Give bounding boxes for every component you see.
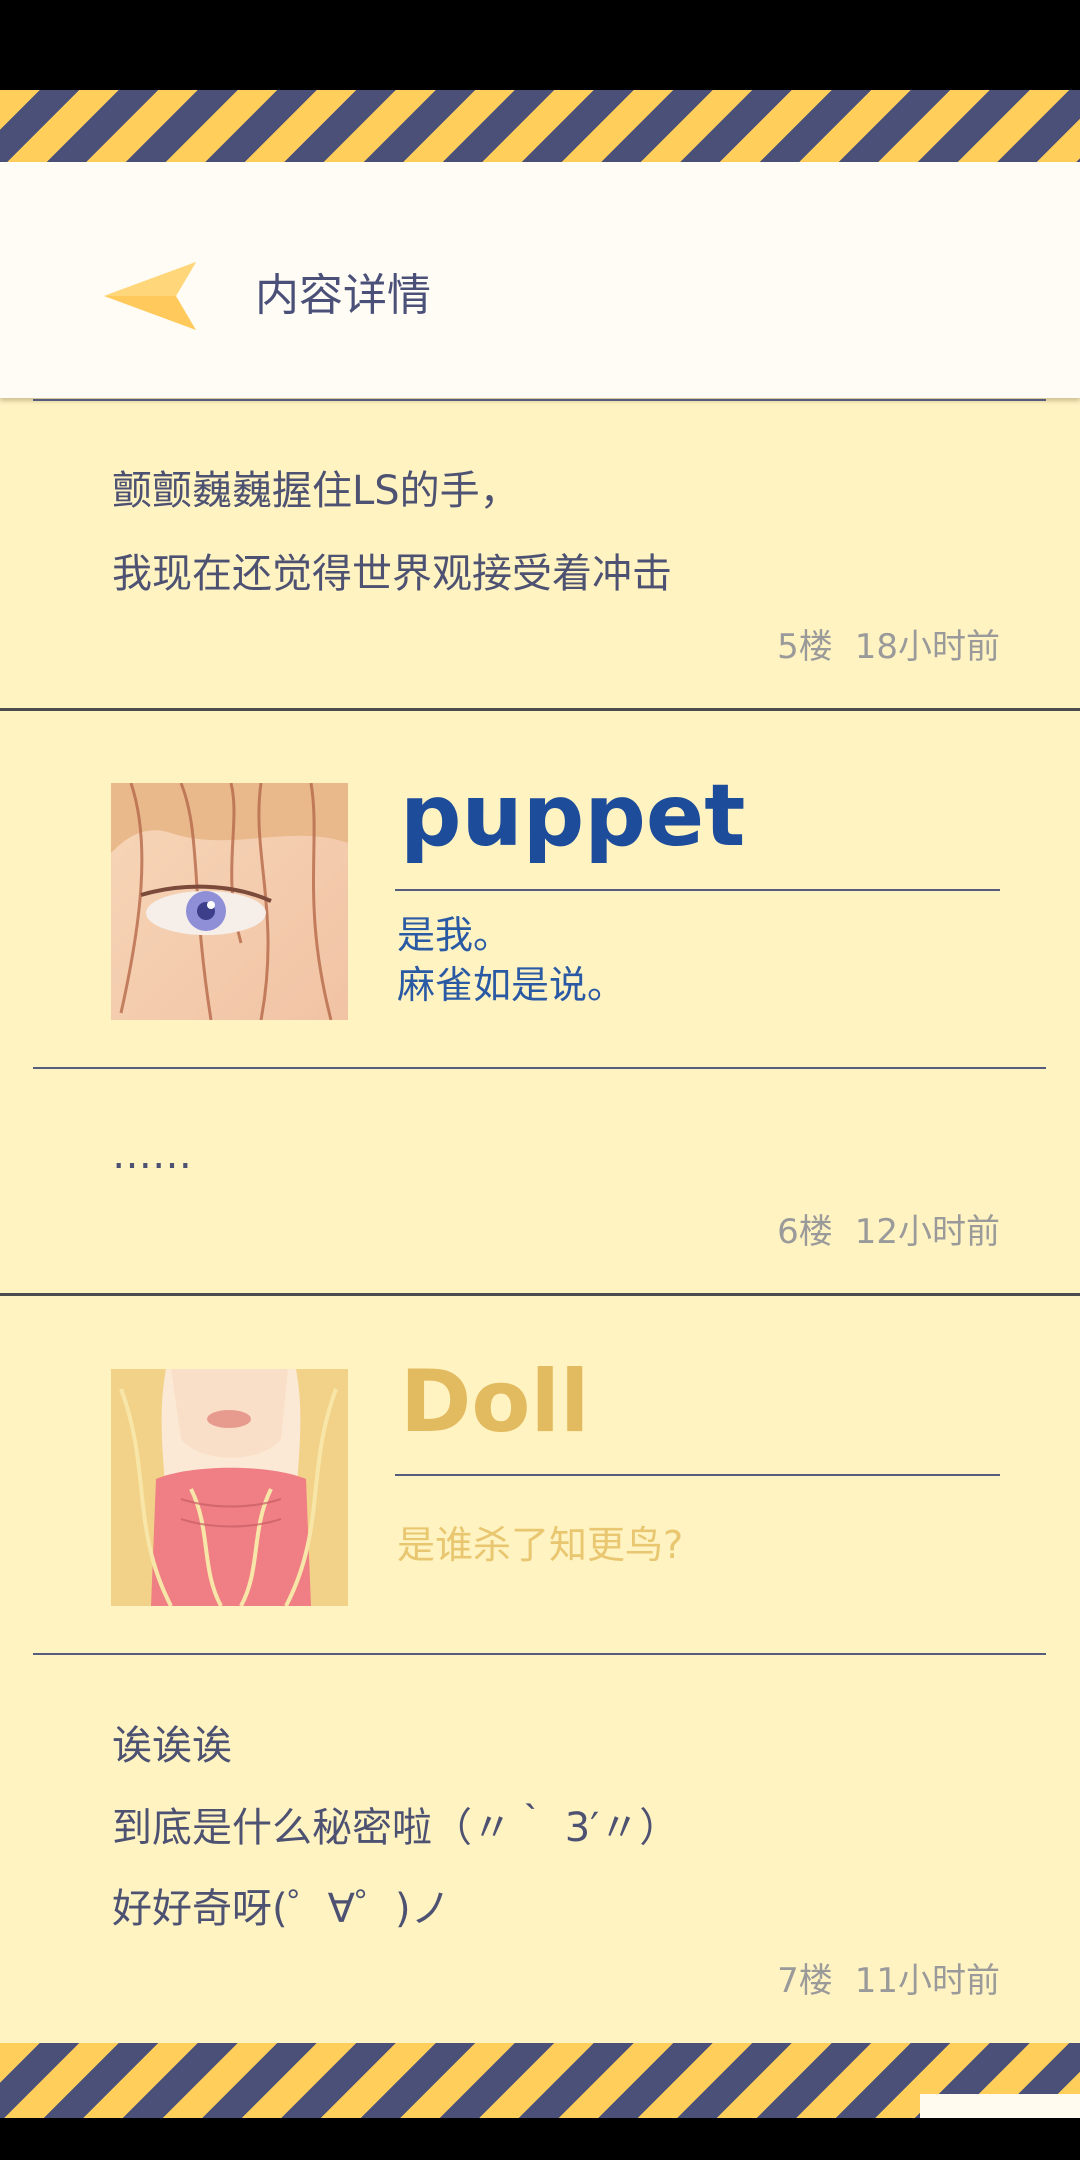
post-separator [0, 1293, 1080, 1296]
avatar-puppet[interactable] [111, 783, 348, 1020]
back-arrow-icon [104, 262, 196, 330]
post-text-line: 我现在还觉得世界观接受着冲击 [112, 551, 672, 597]
author-name[interactable]: Doll [400, 1352, 589, 1452]
navigation-bar [0, 2094, 1080, 2160]
floor-number: 7楼 [777, 1961, 833, 2001]
post-text-line: …… [112, 1132, 192, 1178]
author-quote-line: 是谁杀了知更鸟? [397, 1523, 684, 1567]
author-name[interactable]: puppet [400, 766, 745, 866]
nav-corner-block [920, 2094, 1080, 2118]
page-title: 内容详情 [255, 270, 431, 321]
post-text-line: 好好奇呀(゜∀゜)ノ [112, 1886, 451, 1932]
avatar-doll[interactable] [111, 1369, 348, 1606]
post-text-line: 到底是什么秘密啦（〃｀ 3′〃） [112, 1805, 680, 1851]
author-quote-line: 麻雀如是说。 [397, 963, 626, 1007]
divider [33, 399, 1046, 401]
post-text-line: 颤颤巍巍握住LS的手， [112, 468, 520, 514]
post-time: 18小时前 [854, 627, 1000, 667]
author-quote-line: 是我。 [397, 913, 512, 957]
floor-number: 6楼 [777, 1212, 833, 1252]
divider [33, 1067, 1046, 1069]
post-meta: 6楼 12小时前 [777, 1208, 1000, 1256]
post-meta: 7楼 11小时前 [777, 1957, 1000, 2005]
status-bar [0, 0, 1080, 90]
avatar-image [111, 1369, 348, 1606]
post-time: 11小时前 [854, 1961, 1000, 2001]
post-text-line: 诶诶诶 [112, 1723, 232, 1769]
divider [33, 1653, 1046, 1655]
floor-number: 5楼 [777, 627, 833, 667]
author-rule [395, 1474, 1000, 1476]
author-rule [395, 889, 1000, 891]
post-meta: 5楼 18小时前 [777, 623, 1000, 671]
back-button[interactable] [100, 258, 200, 334]
top-hazard-stripe [0, 90, 1080, 162]
bottom-hazard-stripe [0, 2043, 1080, 2118]
avatar-image [111, 783, 348, 1020]
post-time: 12小时前 [854, 1212, 1000, 1252]
post-separator [0, 708, 1080, 711]
